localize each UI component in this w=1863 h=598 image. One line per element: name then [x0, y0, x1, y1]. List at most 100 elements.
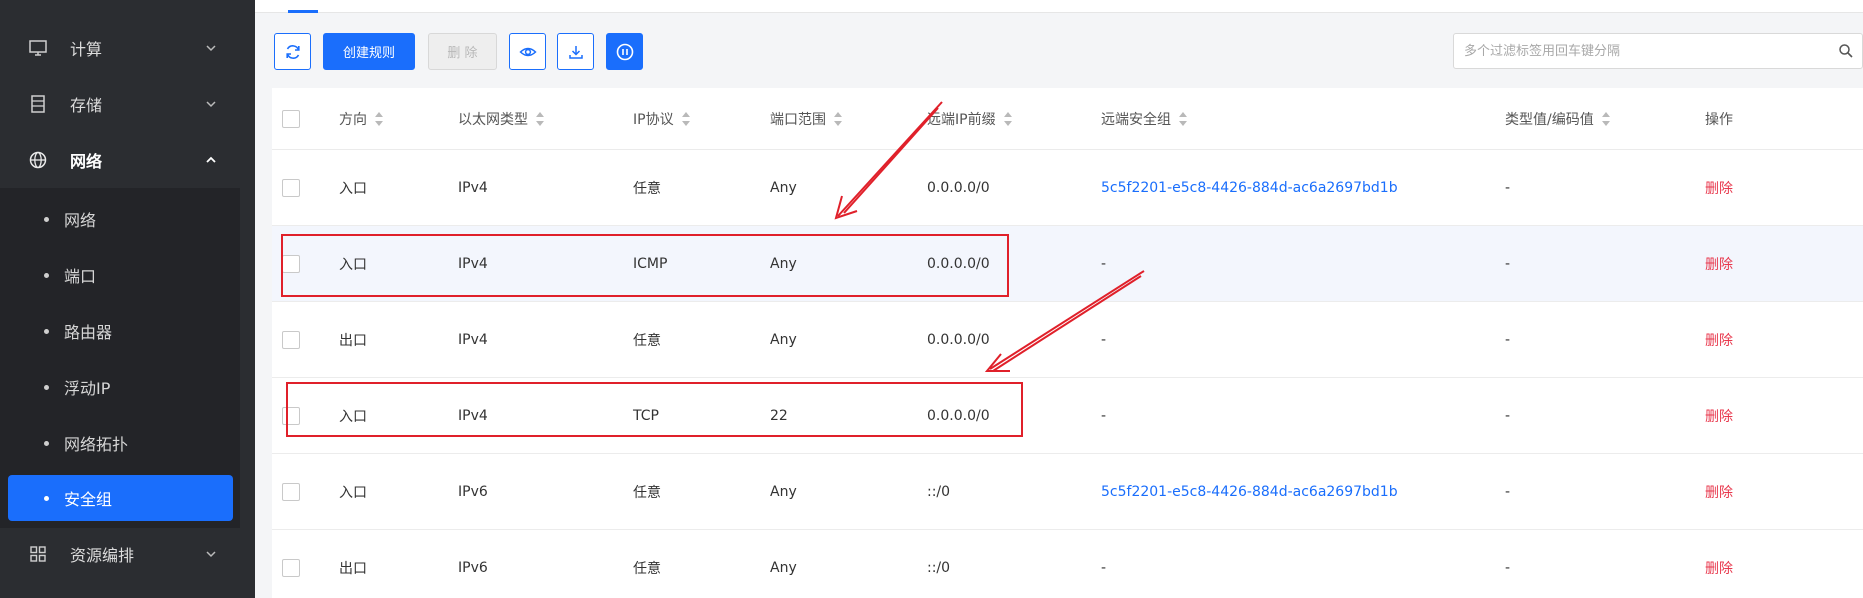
- chevron-down-icon: [206, 45, 216, 52]
- download-icon: [568, 45, 583, 59]
- delete-row-link[interactable]: 删除: [1705, 302, 1733, 378]
- column-header-remote-ip-prefix[interactable]: 远端IP前缀: [927, 88, 1013, 150]
- row-checkbox[interactable]: [282, 331, 300, 349]
- bullet-icon: [44, 384, 49, 390]
- delete-row-link[interactable]: 删除: [1705, 378, 1733, 454]
- sidebar-item-label: 网络拓扑: [64, 435, 129, 454]
- cell-port-range: Any: [770, 560, 797, 576]
- cell-port-range: Any: [770, 180, 797, 196]
- sort-icon[interactable]: [1003, 112, 1013, 126]
- column-header-ip-protocol[interactable]: IP协议: [633, 88, 691, 150]
- refresh-icon: [285, 44, 300, 59]
- column-header-ethertype[interactable]: 以太网类型: [458, 88, 545, 150]
- table-row: 入口 IPv6 任意 Any ::/0 5c5f2201-e5c8-4426-8…: [272, 454, 1863, 530]
- cell-direction: 出口: [339, 333, 367, 349]
- annotation-highlight-box: [286, 382, 1023, 437]
- eye-icon: [518, 47, 537, 56]
- bullet-icon: [44, 216, 49, 222]
- delete-row-link[interactable]: 删除: [1705, 454, 1733, 530]
- column-header-remote-security-group[interactable]: 远端安全组: [1101, 88, 1188, 150]
- sort-icon[interactable]: [834, 112, 843, 126]
- sidebar-item-label: 网络: [64, 211, 97, 230]
- cell-remote-group-link[interactable]: 5c5f2201-e5c8-4426-884d-ac6a2697bd1b: [1101, 454, 1398, 530]
- cell-remote-group: -: [1101, 256, 1107, 272]
- delete-row-link[interactable]: 删除: [1705, 226, 1733, 302]
- sidebar-group-label: 计算: [70, 40, 103, 59]
- column-header-direction[interactable]: 方向: [339, 88, 384, 150]
- sidebar-group-label: 网络: [70, 152, 103, 171]
- sidebar-item-floating-ip[interactable]: 浮动IP: [8, 364, 233, 410]
- sort-icon[interactable]: [681, 112, 691, 126]
- cell-type-code: -: [1505, 408, 1511, 424]
- sidebar-item-port[interactable]: 端口: [8, 252, 233, 298]
- sidebar-group-storage[interactable]: 存储: [0, 76, 255, 132]
- storage-icon: [31, 95, 45, 113]
- column-header-label: 端口范围: [770, 112, 826, 128]
- row-checkbox[interactable]: [282, 179, 300, 197]
- select-all-checkbox[interactable]: [282, 110, 300, 128]
- row-checkbox[interactable]: [282, 559, 300, 577]
- row-checkbox[interactable]: [282, 483, 300, 501]
- column-header-label: 类型值/编码值: [1505, 112, 1594, 128]
- bullet-icon: [44, 272, 49, 278]
- cell-port-range: Any: [770, 332, 797, 348]
- cell-ethertype: IPv4: [458, 180, 488, 196]
- sort-icon[interactable]: [536, 112, 545, 126]
- cell-remote-prefix: ::/0: [927, 484, 951, 500]
- column-header-port-range[interactable]: 端口范围: [770, 88, 843, 150]
- column-header-label: 方向: [339, 112, 367, 128]
- sidebar-group-orchestration[interactable]: 资源编排: [0, 526, 255, 582]
- sort-icon[interactable]: [375, 112, 384, 126]
- cell-remote-prefix: ::/0: [927, 560, 951, 576]
- delete-button[interactable]: 删 除: [428, 33, 497, 70]
- cell-remote-prefix: 0.0.0.0/0: [927, 332, 990, 348]
- sidebar-group-network[interactable]: 网络: [0, 132, 255, 188]
- sidebar-group-compute[interactable]: 计算: [0, 20, 255, 76]
- cell-type-code: -: [1505, 560, 1511, 576]
- pause-button[interactable]: [606, 33, 643, 70]
- refresh-button[interactable]: [274, 33, 311, 70]
- sidebar-item-security-group[interactable]: 安全组: [8, 475, 233, 521]
- sort-icon[interactable]: [1601, 112, 1611, 126]
- column-header-label: IP协议: [633, 112, 674, 128]
- sidebar-item-network-topology[interactable]: 网络拓扑: [8, 420, 233, 466]
- bullet-icon: [44, 328, 49, 334]
- sidebar-item-router[interactable]: 路由器: [8, 308, 233, 354]
- cell-ethertype: IPv6: [458, 484, 488, 500]
- cell-protocol: 任意: [633, 561, 661, 577]
- delete-row-link[interactable]: 删除: [1705, 530, 1733, 598]
- monitor-icon: [29, 40, 47, 56]
- table-header: 方向 以太网类型 IP协议 端口范围 远端IP前缀 远端安全组 类型值/编码值 …: [272, 88, 1863, 150]
- cell-remote-prefix: 0.0.0.0/0: [927, 180, 990, 196]
- cell-type-code: -: [1505, 484, 1511, 500]
- toolbar: 创建规则 删 除: [255, 13, 1863, 88]
- bullet-icon: [44, 495, 49, 501]
- main-content: 创建规则 删 除 方向 以太网类型 IP协议 端口范围 远端IP前缀 远端安全组…: [255, 0, 1863, 598]
- cell-ethertype: IPv6: [458, 560, 488, 576]
- sidebar-item-label: 路由器: [64, 323, 113, 342]
- bullet-icon: [44, 440, 49, 446]
- grid-icon: [30, 546, 46, 562]
- sidebar-item-label: 端口: [64, 267, 97, 286]
- create-rule-button[interactable]: 创建规则: [323, 33, 415, 70]
- download-button[interactable]: [557, 33, 594, 70]
- pause-circle-icon: [616, 43, 633, 60]
- sidebar-item-label: 浮动IP: [64, 379, 111, 398]
- table-row: 出口 IPv4 任意 Any 0.0.0.0/0 - - 删除: [272, 302, 1863, 378]
- sort-icon[interactable]: [1179, 112, 1188, 126]
- cell-direction: 入口: [339, 485, 367, 501]
- search-icon[interactable]: [1838, 43, 1854, 59]
- column-header-type-code[interactable]: 类型值/编码值: [1505, 88, 1611, 150]
- delete-row-link[interactable]: 删除: [1705, 150, 1733, 226]
- sidebar-item-network[interactable]: 网络: [8, 196, 233, 242]
- column-header-label: 以太网类型: [458, 112, 528, 128]
- view-button[interactable]: [509, 33, 546, 70]
- cell-remote-group-link[interactable]: 5c5f2201-e5c8-4426-884d-ac6a2697bd1b: [1101, 150, 1398, 226]
- sidebar: 计算 存储 网络 网络 端口 路由器 浮动IP 网络拓扑 安全组 资源编排: [0, 0, 255, 598]
- column-header-label: 远端IP前缀: [927, 112, 996, 128]
- cell-protocol: 任意: [633, 181, 661, 197]
- cell-direction: 出口: [339, 561, 367, 577]
- filter-search-input[interactable]: [1454, 34, 1824, 68]
- table-row: 出口 IPv6 任意 Any ::/0 - - 删除: [272, 530, 1863, 598]
- cell-ethertype: IPv4: [458, 332, 488, 348]
